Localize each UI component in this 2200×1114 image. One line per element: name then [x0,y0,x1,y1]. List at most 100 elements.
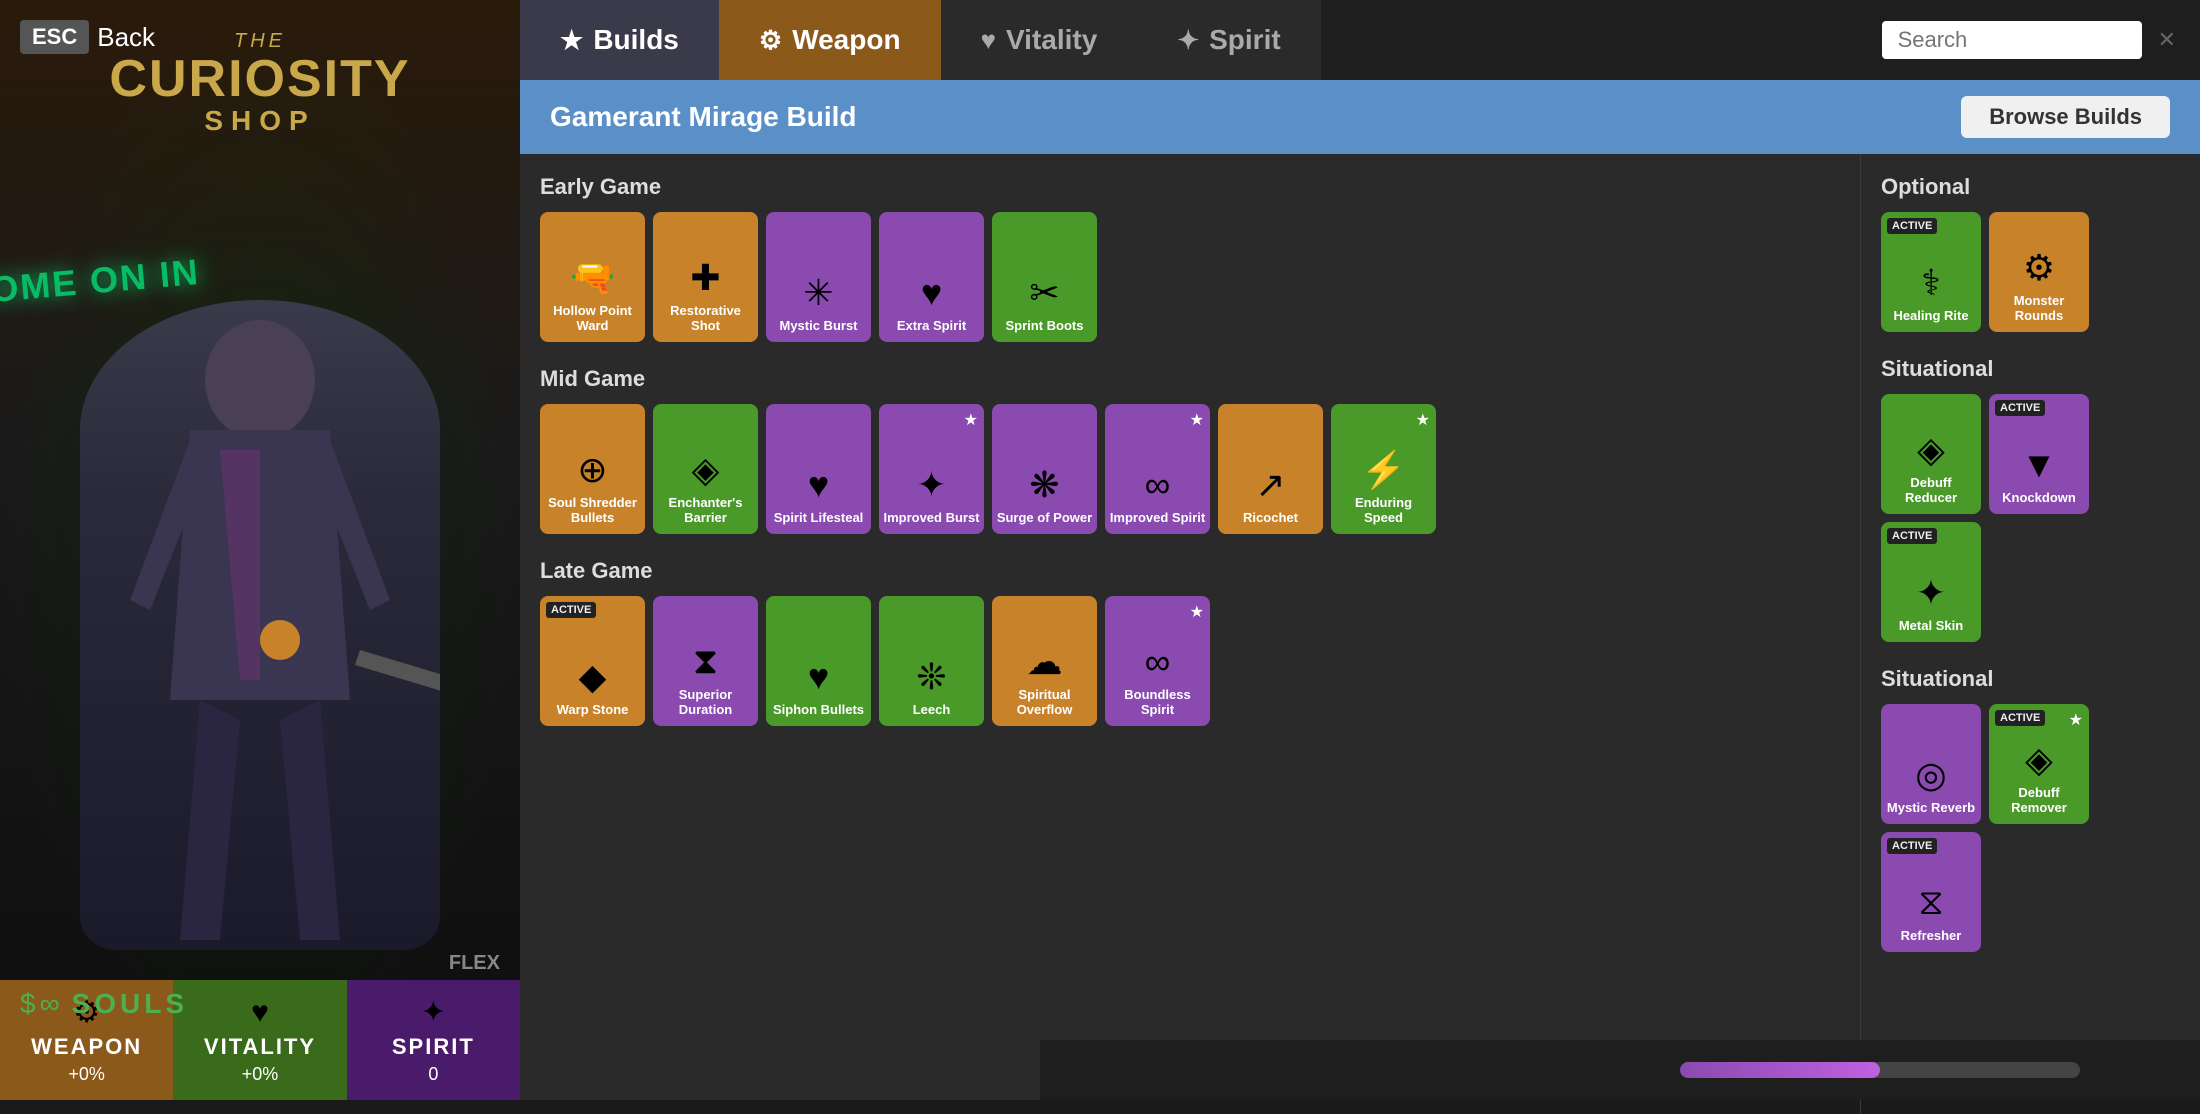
warp-stone-name: Warp Stone [553,702,633,718]
tab-weapon[interactable]: ⚙ Weapon [719,0,941,80]
item-restorative-shot[interactable]: ✚ Restorative Shot [653,212,758,342]
monster-rounds-icon: ⚙ [2023,247,2055,289]
metal-skin-icon: ✦ [1916,572,1946,614]
item-siphon-bullets[interactable]: ♥ Siphon Bullets [766,596,871,726]
item-improved-spirit[interactable]: ★ ∞ Improved Spirit [1105,404,1210,534]
optional-title: Optional [1881,174,2180,200]
item-leech[interactable]: ❊ Leech [879,596,984,726]
vitality-label: VITALITY [204,1034,316,1060]
debuff-remover-name: Debuff Remover [1989,785,2089,816]
weapon-label: WEAPON [31,1034,142,1060]
spiritual-overflow-name: Spiritual Overflow [992,687,1097,718]
flex-label: FLEX [449,952,500,975]
item-spirit-lifesteal[interactable]: ♥ Spirit Lifesteal [766,404,871,534]
weapon-value: +0% [68,1064,105,1085]
search-input[interactable] [1882,21,2142,59]
character-display [60,250,460,950]
spirit-label: SPIRIT [392,1034,475,1060]
late-game-title: Late Game [540,558,1840,584]
siphon-bullets-icon: ♥ [808,656,829,698]
item-boundless-spirit[interactable]: ★ ∞ Boundless Spirit [1105,596,1210,726]
item-surge-power[interactable]: ❋ Surge of Power [992,404,1097,534]
item-monster-rounds[interactable]: ⚙ Monster Rounds [1989,212,2089,332]
progress-bar-fill [1680,1062,1880,1078]
item-refresher[interactable]: ACTIVE ⧖ Refresher [1881,832,1981,952]
item-enchanters-barrier[interactable]: ◈ Enchanter's Barrier [653,404,758,534]
hollow-point-ward-icon: 🔫 [570,257,615,299]
item-debuff-remover[interactable]: ACTIVE ★ ◈ Debuff Remover [1989,704,2089,824]
leech-icon: ❊ [916,656,946,698]
healing-rite-icon: ⚕ [1921,262,1940,304]
surge-power-name: Surge of Power [993,510,1096,526]
debuff-remover-star: ★ [2069,710,2083,730]
soul-shredder-name: Soul Shredder Bullets [540,495,645,526]
mystic-burst-name: Mystic Burst [775,318,861,334]
item-sprint-boots[interactable]: ✂ Sprint Boots [992,212,1097,342]
item-superior-duration[interactable]: ⧗ Superior Duration [653,596,758,726]
vitality-stat: ♥ VITALITY +0% [173,980,346,1100]
curiosity-label: CURIOSITY [109,53,410,105]
enchanters-barrier-icon: ◈ [692,449,720,491]
esc-button[interactable]: ESC [20,20,89,54]
item-soul-shredder[interactable]: ⊕ Soul Shredder Bullets [540,404,645,534]
tab-spirit[interactable]: ✦ Spirit [1137,0,1320,80]
tab-bar: ★ Builds ⚙ Weapon ♥ Vitality ✦ Spirit ✕ [520,0,2200,80]
refresher-icon: ⧖ [1918,881,1943,924]
boundless-spirit-name: Boundless Spirit [1105,687,1210,718]
build-title: Gamerant Mirage Build [550,101,857,133]
item-warp-stone[interactable]: ACTIVE ◆ Warp Stone [540,596,645,726]
siphon-bullets-name: Siphon Bullets [769,702,868,718]
tab-weapon-label: Weapon [792,24,900,56]
monster-rounds-name: Monster Rounds [1989,293,2089,324]
sprint-boots-icon: ✂ [1029,272,1059,314]
item-improved-burst[interactable]: ★ ✦ Improved Burst [879,404,984,534]
browse-builds-button[interactable]: Browse Builds [1961,96,2170,138]
soul-icon-2: ∞ [40,988,60,1020]
tab-builds-label: Builds [593,24,679,56]
shop-logo: THE CURIOSITY SHOP [109,30,410,137]
build-header: Gamerant Mirage Build Browse Builds [520,80,2200,154]
content-area: Early Game 🔫 Hollow Point Ward ✚ Restora… [520,154,2200,1114]
knockdown-name: Knockdown [1998,490,2080,506]
item-hollow-point-ward[interactable]: 🔫 Hollow Point Ward [540,212,645,342]
souls-area: $ ∞ SOULS [20,988,188,1020]
search-area: ✕ [1882,0,2200,80]
tab-vitality-label: Vitality [1006,24,1097,56]
item-ricochet[interactable]: ↗ Ricochet [1218,404,1323,534]
metal-skin-active-tag: ACTIVE [1887,528,1937,544]
item-knockdown[interactable]: ACTIVE ▼ Knockdown [1989,394,2089,514]
surge-power-icon: ❋ [1029,464,1059,506]
tab-vitality[interactable]: ♥ Vitality [941,0,1138,80]
search-clear-button[interactable]: ✕ [2150,23,2184,57]
item-mystic-burst[interactable]: ✳ Mystic Burst [766,212,871,342]
ricochet-icon: ↗ [1255,464,1285,506]
tab-builds[interactable]: ★ Builds [520,0,719,80]
soul-shredder-icon: ⊕ [577,449,607,491]
warp-stone-active-tag: ACTIVE [546,602,596,618]
souls-icons: $ ∞ [20,988,60,1020]
item-healing-rite[interactable]: ACTIVE ⚕ Healing Rite [1881,212,1981,332]
item-metal-skin[interactable]: ACTIVE ✦ Metal Skin [1881,522,1981,642]
builds-icon: ★ [560,25,583,56]
warp-stone-icon: ◆ [579,656,607,698]
left-panel: ESC Back THE CURIOSITY SHOP OME ON IN [0,0,520,1100]
item-extra-spirit[interactable]: ♥ Extra Spirit [879,212,984,342]
mid-game-title: Mid Game [540,366,1840,392]
main-panel: ★ Builds ⚙ Weapon ♥ Vitality ✦ Spirit ✕ … [520,0,2200,1100]
situational-2-title: Situational [1881,666,2180,692]
spirit-value: 0 [428,1064,438,1085]
item-spiritual-overflow[interactable]: ☁ Spiritual Overflow [992,596,1097,726]
refresher-name: Refresher [1897,928,1966,944]
weapon-tab-icon: ⚙ [759,25,782,56]
vitality-value: +0% [242,1064,279,1085]
enchanters-barrier-name: Enchanter's Barrier [653,495,758,526]
restorative-shot-name: Restorative Shot [653,303,758,334]
restorative-shot-icon: ✚ [690,257,720,299]
knockdown-active-tag: ACTIVE [1995,400,2045,416]
item-debuff-reducer[interactable]: ◈ Debuff Reducer [1881,394,1981,514]
situational-2-items: ◎ Mystic Reverb ACTIVE ★ ◈ Debuff Remove… [1881,704,2180,952]
item-enduring-speed[interactable]: ★ ⚡ Enduring Speed [1331,404,1436,534]
mid-game-section: Mid Game ⊕ Soul Shredder Bullets ◈ Encha… [540,366,1840,534]
late-game-items: ACTIVE ◆ Warp Stone ⧗ Superior Duration … [540,596,1840,726]
item-mystic-reverb[interactable]: ◎ Mystic Reverb [1881,704,1981,824]
